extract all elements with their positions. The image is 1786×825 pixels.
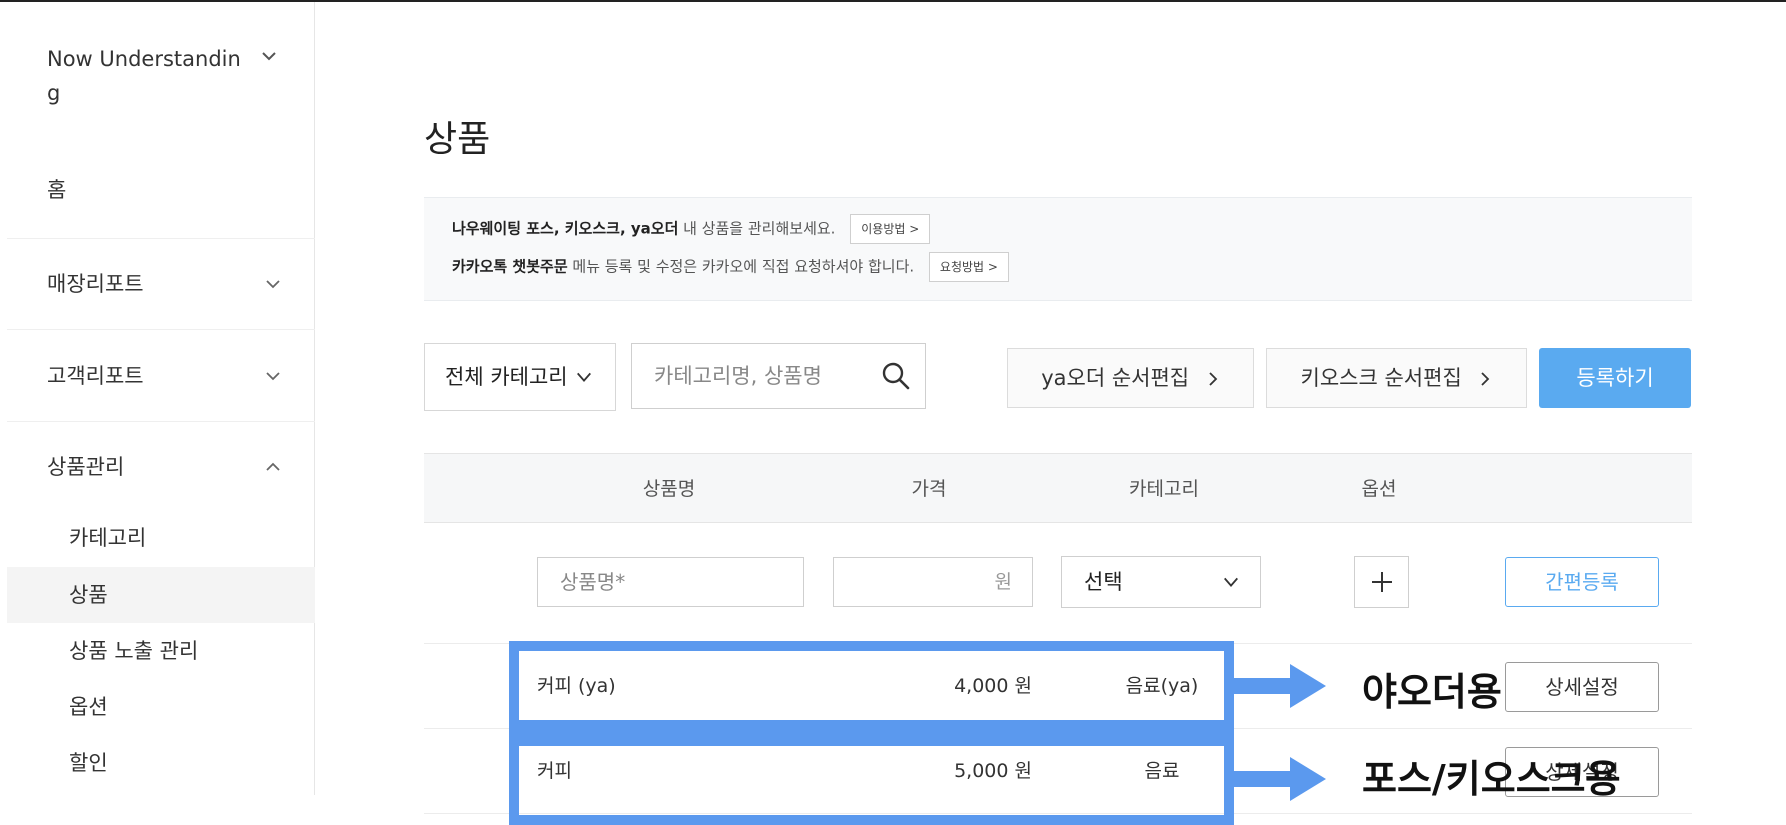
column-header-option: 옵션 (1361, 478, 1397, 500)
notice-line-1-bold: 나우웨이팅 포스, 키오스크, ya오더 (452, 219, 679, 238)
register-button[interactable]: 등록하기 (1539, 348, 1691, 408)
chevron-down-icon (1224, 577, 1238, 587)
sidebar-subitem-option[interactable]: 옵션 (7, 679, 315, 735)
sidebar-subitem-category[interactable]: 카테고리 (7, 510, 315, 566)
notice-line-1-text: 내 상품을 관리해보세요. (678, 219, 836, 238)
arrow-right-icon (1234, 757, 1326, 801)
sidebar-item-label: 상품관리 (47, 455, 125, 479)
category-select-value: 선택 (1084, 570, 1123, 594)
search-input[interactable] (654, 358, 874, 394)
arrow-right-icon (1234, 664, 1326, 708)
chevron-down-icon[interactable] (259, 46, 279, 66)
product-name-placeholder: 상품명 (560, 570, 616, 594)
category-filter-select[interactable]: 전체 카테고리 (424, 343, 616, 411)
kiosk-sort-button[interactable]: 키오스크 순서편집 (1266, 348, 1527, 408)
chevron-right-icon (1481, 372, 1490, 386)
ya-order-sort-label: ya오더 순서편집 (1041, 366, 1190, 390)
add-option-button[interactable] (1354, 556, 1409, 608)
chevron-right-icon (1209, 372, 1218, 386)
quick-register-button[interactable]: 간편등록 (1505, 557, 1659, 607)
page-title: 상품 (424, 119, 491, 160)
column-header-category: 카테고리 (1129, 478, 1199, 500)
sidebar-item-label: 매장리포트 (47, 272, 144, 296)
sidebar-item-product-management[interactable]: 상품관리 (47, 447, 287, 487)
callout-pos-kiosk: 포스/키오스크용 (1362, 757, 1621, 801)
notice-line-2-text: 메뉴 등록 및 수정은 카카오에 직접 요청하셔야 합니다. (567, 257, 915, 276)
notice-line-2-bold: 카카오톡 챗봇주문 (452, 257, 568, 276)
divider (7, 421, 315, 422)
sidebar-subitem-product-exposure[interactable]: 상품 노출 관리 (7, 623, 315, 679)
sidebar-subitem-product[interactable]: 상품 (7, 567, 315, 623)
sidebar-item-store-report[interactable]: 매장리포트 (47, 264, 287, 304)
plus-icon (1372, 572, 1392, 592)
price-unit: 원 (994, 571, 1012, 593)
chevron-down-icon (577, 372, 591, 382)
sidebar-item-customer-report[interactable]: 고객리포트 (47, 356, 287, 396)
sidebar: Now Understanding 홈 매장리포트 고객리포트 상품관리 카테고… (7, 2, 315, 795)
usage-guide-button[interactable]: 이용방법 > (850, 214, 931, 244)
category-select[interactable]: 선택 (1061, 556, 1261, 608)
notice-line-1: 나우웨이팅 포스, 키오스크, ya오더 내 상품을 관리해보세요. 이용방법 … (452, 214, 931, 244)
notice-line-2: 카카오톡 챗봇주문 메뉴 등록 및 수정은 카카오에 직접 요청하셔야 합니다.… (452, 252, 1009, 282)
sidebar-item-label: 고객리포트 (47, 364, 144, 388)
search-box (631, 343, 926, 409)
chevron-down-icon (266, 372, 280, 381)
category-filter-value: 전체 카테고리 (445, 365, 568, 389)
column-header-name: 상품명 (642, 478, 696, 500)
ya-order-sort-button[interactable]: ya오더 순서편집 (1007, 348, 1254, 408)
product-name-input[interactable]: 상품명* (537, 557, 804, 607)
divider (7, 238, 315, 239)
kiosk-sort-label: 키오스크 순서편집 (1300, 366, 1462, 390)
chevron-down-icon (266, 280, 280, 289)
store-name[interactable]: Now Understanding (47, 42, 247, 110)
table-header: 상품명 가격 카테고리 옵션 (424, 453, 1692, 523)
sidebar-subitem-discount[interactable]: 할인 (7, 735, 315, 791)
highlight-divider (519, 720, 1224, 746)
request-guide-button[interactable]: 요청방법 > (928, 252, 1009, 282)
price-input[interactable]: 원 (833, 557, 1033, 607)
required-mark: * (615, 570, 626, 594)
sidebar-item-home[interactable]: 홈 (47, 174, 66, 204)
callout-ya-order: 야오더용 (1362, 670, 1502, 714)
column-header-price: 가격 (911, 478, 947, 500)
quick-add-row: 상품명* 원 선택 간편등록 (424, 523, 1692, 644)
detail-settings-button[interactable]: 상세설정 (1505, 662, 1659, 712)
notice-banner: 나우웨이팅 포스, 키오스크, ya오더 내 상품을 관리해보세요. 이용방법 … (424, 197, 1692, 301)
chevron-up-icon (266, 462, 280, 471)
search-icon[interactable] (881, 361, 911, 391)
divider (7, 329, 315, 330)
